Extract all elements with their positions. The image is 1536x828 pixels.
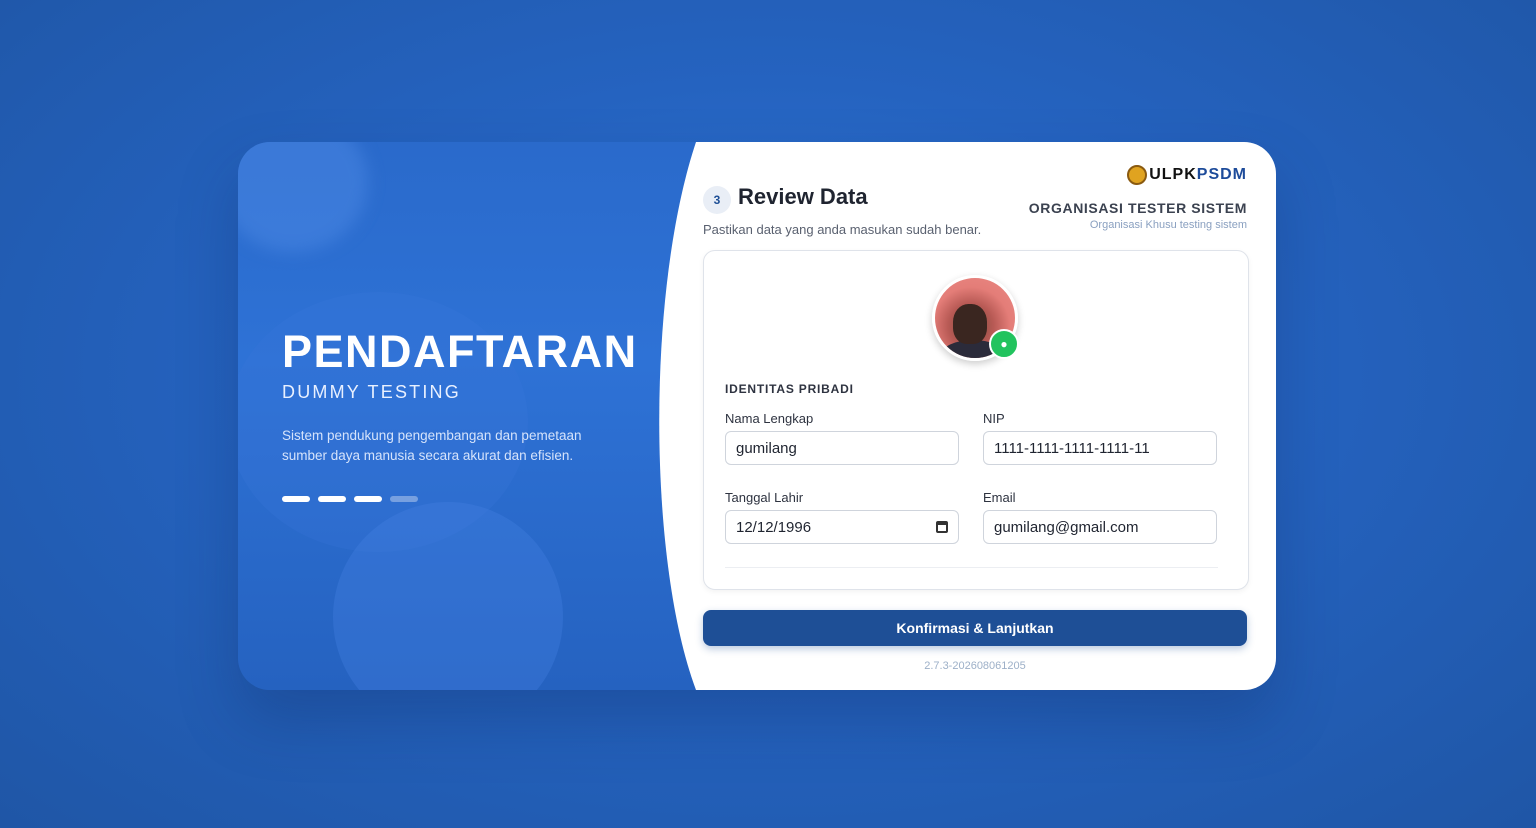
version-label: 2.7.3-202608061205 (924, 660, 1026, 672)
avatar-face (953, 304, 987, 344)
org-logo: ULPKPSDM (1029, 162, 1247, 188)
nip-value: 1111-1111-1111-1111-11 (994, 439, 1150, 457)
calendar-icon[interactable] (936, 521, 948, 533)
org-tagline: Organisasi Khusu testing sistem (1089, 219, 1247, 231)
step-title: Review Data (738, 184, 868, 209)
section-title: IDENTITAS PRIBADI (725, 382, 854, 396)
tanggal-input[interactable]: 12/12/1996 (725, 510, 959, 544)
logo-text-b: PSDM (1196, 166, 1247, 183)
logo-text-a: ULPK (1149, 166, 1197, 183)
nama-input[interactable]: gumilang (725, 431, 959, 465)
nip-input[interactable]: 1111-1111-1111-1111-11 (983, 431, 1217, 465)
step-description: Pastikan data yang anda masukan sudah be… (703, 222, 982, 237)
divider (725, 567, 1218, 568)
seal-icon (1127, 165, 1148, 185)
step-number-badge: 3 (703, 186, 731, 214)
email-value: gumilang@gmail.com (994, 518, 1139, 536)
logo-text: ULPKPSDM (1149, 166, 1247, 184)
tanggal-value: 12/12/1996 (736, 518, 812, 536)
camera-icon[interactable]: ● (989, 329, 1019, 359)
nama-value: gumilang (736, 439, 797, 457)
email-label: Email (983, 490, 1016, 505)
confirm-button[interactable]: Konfirmasi & Lanjutkan (703, 610, 1247, 646)
nama-label: Nama Lengkap (725, 411, 814, 426)
registration-card: PENDAFTARAN DUMMY TESTING Sistem penduku… (238, 142, 1276, 690)
org-name: ORGANISASI TESTER SISTEM (1028, 200, 1247, 216)
nip-label: NIP (983, 411, 1005, 426)
organization-header: ULPKPSDM ORGANISASI TESTER SISTEM Organi… (1029, 162, 1247, 231)
tanggal-label: Tanggal Lahir (725, 490, 804, 505)
review-panel: 3 Review Data Pastikan data yang anda ma… (696, 142, 1276, 690)
email-input[interactable]: gumilang@gmail.com (983, 510, 1217, 544)
identity-form: ● IDENTITAS PRIBADI Nama Lengkap gumilan… (703, 250, 1249, 590)
